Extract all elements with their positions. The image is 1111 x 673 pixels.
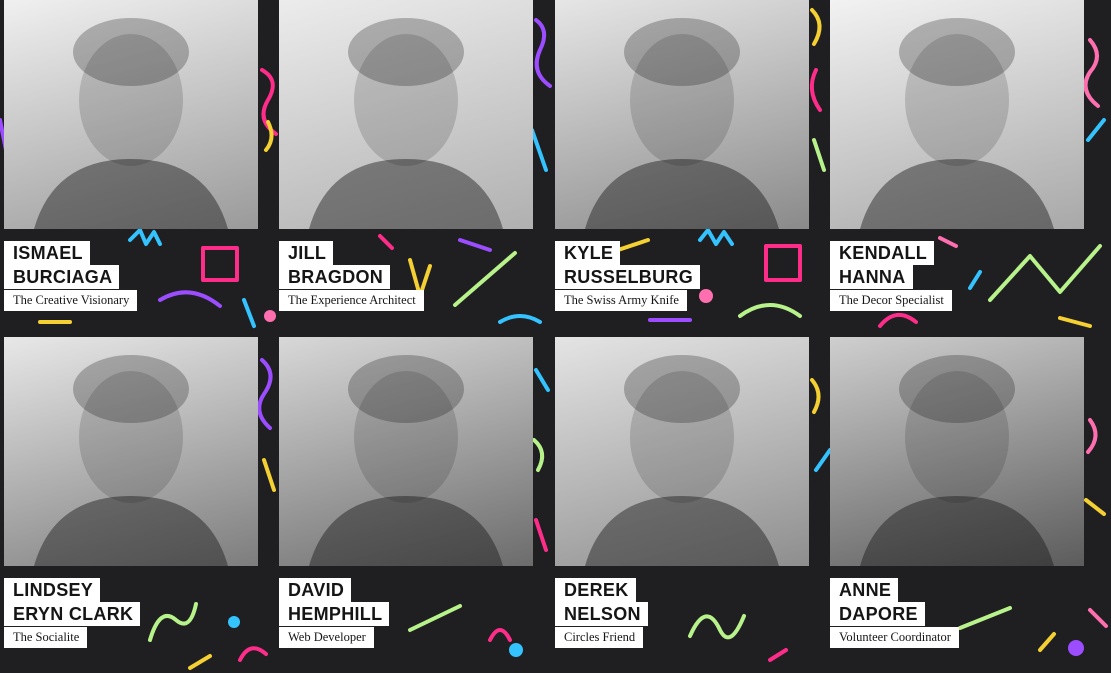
member-role: The Decor Specialist (830, 290, 952, 311)
portrait-photo (279, 337, 533, 566)
member-last-name: ERYN CLARK (4, 602, 141, 626)
member-role: The Swiss Army Knife (555, 290, 687, 311)
team-member-card: ISMAEL BURCIAGA The Creative Visionary (4, 0, 258, 336)
member-first-name: DEREK (555, 578, 636, 602)
portrait-photo (555, 0, 809, 229)
portrait-photo (4, 337, 258, 566)
portrait-photo (555, 337, 809, 566)
portrait-photo (279, 0, 533, 229)
member-last-name: HEMPHILL (279, 602, 390, 626)
member-role: Web Developer (279, 627, 374, 648)
team-member-card: KENDALL HANNA The Decor Specialist (830, 0, 1084, 336)
member-first-name: ISMAEL (4, 241, 90, 265)
portrait-photo (830, 0, 1084, 229)
member-role: Circles Friend (555, 627, 644, 648)
member-first-name: KENDALL (830, 241, 935, 265)
team-member-card: JILL BRAGDON The Experience Architect (279, 0, 533, 336)
member-first-name: JILL (279, 241, 334, 265)
member-role: Volunteer Coordinator (830, 627, 959, 648)
team-member-card: ANNE DAPORE Volunteer Coordinator (830, 337, 1084, 673)
portrait-photo (830, 337, 1084, 566)
team-member-card: LINDSEY ERYN CLARK The Socialite (4, 337, 258, 673)
member-first-name: KYLE (555, 241, 621, 265)
member-role: The Creative Visionary (4, 290, 138, 311)
team-member-card: KYLE RUSSELBURG The Swiss Army Knife (555, 0, 809, 336)
member-first-name: DAVID (279, 578, 352, 602)
member-last-name: DAPORE (830, 602, 925, 626)
member-last-name: BURCIAGA (4, 265, 120, 289)
member-last-name: HANNA (830, 265, 913, 289)
member-role: The Socialite (4, 627, 88, 648)
portrait-photo (4, 0, 258, 229)
member-role: The Experience Architect (279, 290, 424, 311)
member-last-name: NELSON (555, 602, 648, 626)
member-last-name: BRAGDON (279, 265, 391, 289)
member-first-name: ANNE (830, 578, 899, 602)
member-first-name: LINDSEY (4, 578, 101, 602)
member-last-name: RUSSELBURG (555, 265, 701, 289)
team-member-card: DEREK NELSON Circles Friend (555, 337, 809, 673)
team-member-card: DAVID HEMPHILL Web Developer (279, 337, 533, 673)
